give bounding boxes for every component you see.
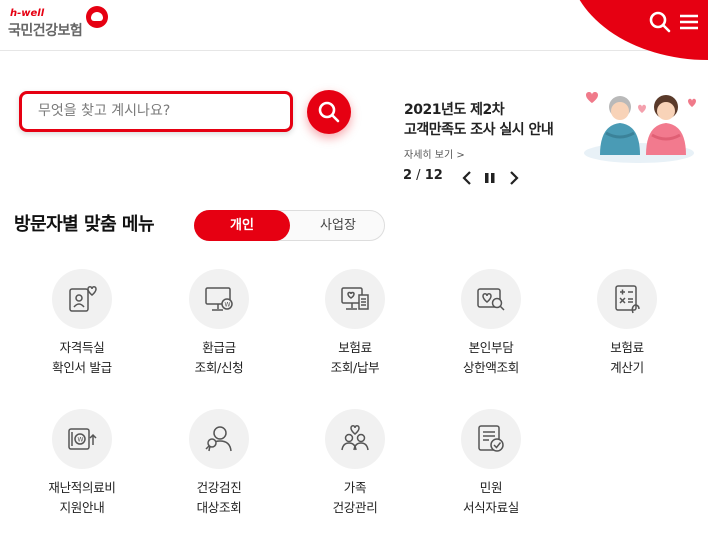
pause-icon[interactable] <box>483 170 497 186</box>
menu-label-line1: 가족 <box>343 480 367 495</box>
menu-label: 민원서식자료실 <box>431 478 551 518</box>
banner-title-line1: 2021년도 제2차 <box>404 102 505 118</box>
menu-icon-circle <box>461 409 521 469</box>
next-slide-icon[interactable] <box>507 170 521 186</box>
search-input[interactable] <box>22 94 268 128</box>
menu-label-line1: 자격득실 <box>59 340 105 355</box>
menu-label: 자격득실확인서 발급 <box>22 338 142 378</box>
svg-text:W: W <box>225 302 231 309</box>
section-title: 방문자별 맞춤 메뉴 <box>14 214 155 235</box>
prev-slide-icon[interactable] <box>460 170 474 186</box>
menu-family-health[interactable]: 가족건강관리 <box>295 409 415 529</box>
menu-icon-circle <box>325 409 385 469</box>
svg-text:W: W <box>78 437 84 444</box>
menu-label-line2: 조회/납부 <box>330 360 380 375</box>
menu-label: 가족건강관리 <box>295 478 415 518</box>
banner-title[interactable]: 2021년도 제2차 고객만족도 조사 실시 안내 <box>404 100 579 140</box>
menu-label-line2: 서식자료실 <box>462 500 519 515</box>
menu-icon-circle <box>325 269 385 329</box>
menu-premium-payment[interactable]: 보험료조회/납부 <box>295 269 415 389</box>
wallet-won-icon: W <box>68 428 97 450</box>
calculator-icon <box>615 285 640 314</box>
menu-icon-circle <box>52 269 112 329</box>
pager-separator: / <box>412 168 425 183</box>
menu-label-line1: 재난적의료비 <box>48 480 116 495</box>
search-icon <box>318 101 340 123</box>
visitor-type-toggle: 개인 사업장 <box>194 210 385 241</box>
logo-main-text: 국민건강보험 <box>8 23 83 39</box>
menu-label-line2: 대상조회 <box>196 500 242 515</box>
menu-label-line1: 환급금 <box>202 340 236 355</box>
menu-qualification-certificate[interactable]: 자격득실확인서 발급 <box>22 269 142 389</box>
monitor-won-icon: W <box>205 287 233 311</box>
menu-label: 보험료계산기 <box>567 338 687 378</box>
document-check-icon <box>478 425 504 452</box>
family-heart-icon <box>341 425 369 451</box>
logo-small-text: h-well <box>10 8 45 19</box>
menu-icon-circle: W <box>52 409 112 469</box>
tab-individual[interactable]: 개인 <box>194 210 290 241</box>
person-search-icon <box>205 426 232 452</box>
menu-label-line2: 건강관리 <box>332 500 378 515</box>
logo-mark-icon <box>86 6 108 28</box>
menu-label-line1: 민원 <box>479 480 503 495</box>
menu-catastrophic-medical-support[interactable]: W 재난적의료비지원안내 <box>22 409 142 529</box>
menu-label: 환급금조회/신청 <box>159 338 279 378</box>
id-card-heart-icon <box>69 286 97 312</box>
menu-icon-circle <box>597 269 657 329</box>
computer-receipt-icon <box>341 287 369 310</box>
menu-label: 본인부담상한액조회 <box>431 338 551 378</box>
menu-label-line2: 상한액조회 <box>462 360 519 375</box>
banner-more-link[interactable]: 자세히 보기 > <box>404 146 465 161</box>
heart-search-icon <box>477 288 505 311</box>
menu-premium-calculator[interactable]: 보험료계산기 <box>567 269 687 389</box>
banner-illustration <box>578 85 700 165</box>
menu-label: 재난적의료비지원안내 <box>22 478 142 518</box>
menu-health-checkup[interactable]: 건강검진대상조회 <box>159 409 279 529</box>
hamburger-menu-icon[interactable] <box>677 10 703 36</box>
menu-label-line1: 본인부담 <box>468 340 514 355</box>
search-box <box>19 91 293 132</box>
banner-pager: 2 / 12 <box>403 168 443 183</box>
menu-icon-circle <box>461 269 521 329</box>
search-icon[interactable] <box>648 10 674 36</box>
menu-label: 보험료조회/납부 <box>295 338 415 378</box>
menu-label-line2: 계산기 <box>610 360 644 375</box>
pager-total: 12 <box>424 168 443 183</box>
menu-label-line2: 조회/신청 <box>194 360 244 375</box>
menu-label-line2: 확인서 발급 <box>52 360 112 375</box>
banner-title-line2: 고객만족도 조사 실시 안내 <box>404 122 554 138</box>
pager-current: 2 <box>403 168 413 183</box>
search-button[interactable] <box>307 90 351 134</box>
menu-label-line1: 보험료 <box>338 340 372 355</box>
menu-icon-circle <box>189 409 249 469</box>
menu-label-line2: 지원안내 <box>59 500 105 515</box>
menu-refund-inquiry[interactable]: W 환급금조회/신청 <box>159 269 279 389</box>
tab-business[interactable]: 사업장 <box>290 210 386 241</box>
menu-copay-limit[interactable]: 본인부담상한액조회 <box>431 269 551 389</box>
nhis-logo[interactable]: h-well 국민건강보험 <box>8 5 118 45</box>
menu-label-line1: 보험료 <box>610 340 644 355</box>
menu-label-line1: 건강검진 <box>196 480 242 495</box>
menu-civil-forms[interactable]: 민원서식자료실 <box>431 409 551 529</box>
menu-label: 건강검진대상조회 <box>159 478 279 518</box>
menu-icon-circle: W <box>189 269 249 329</box>
